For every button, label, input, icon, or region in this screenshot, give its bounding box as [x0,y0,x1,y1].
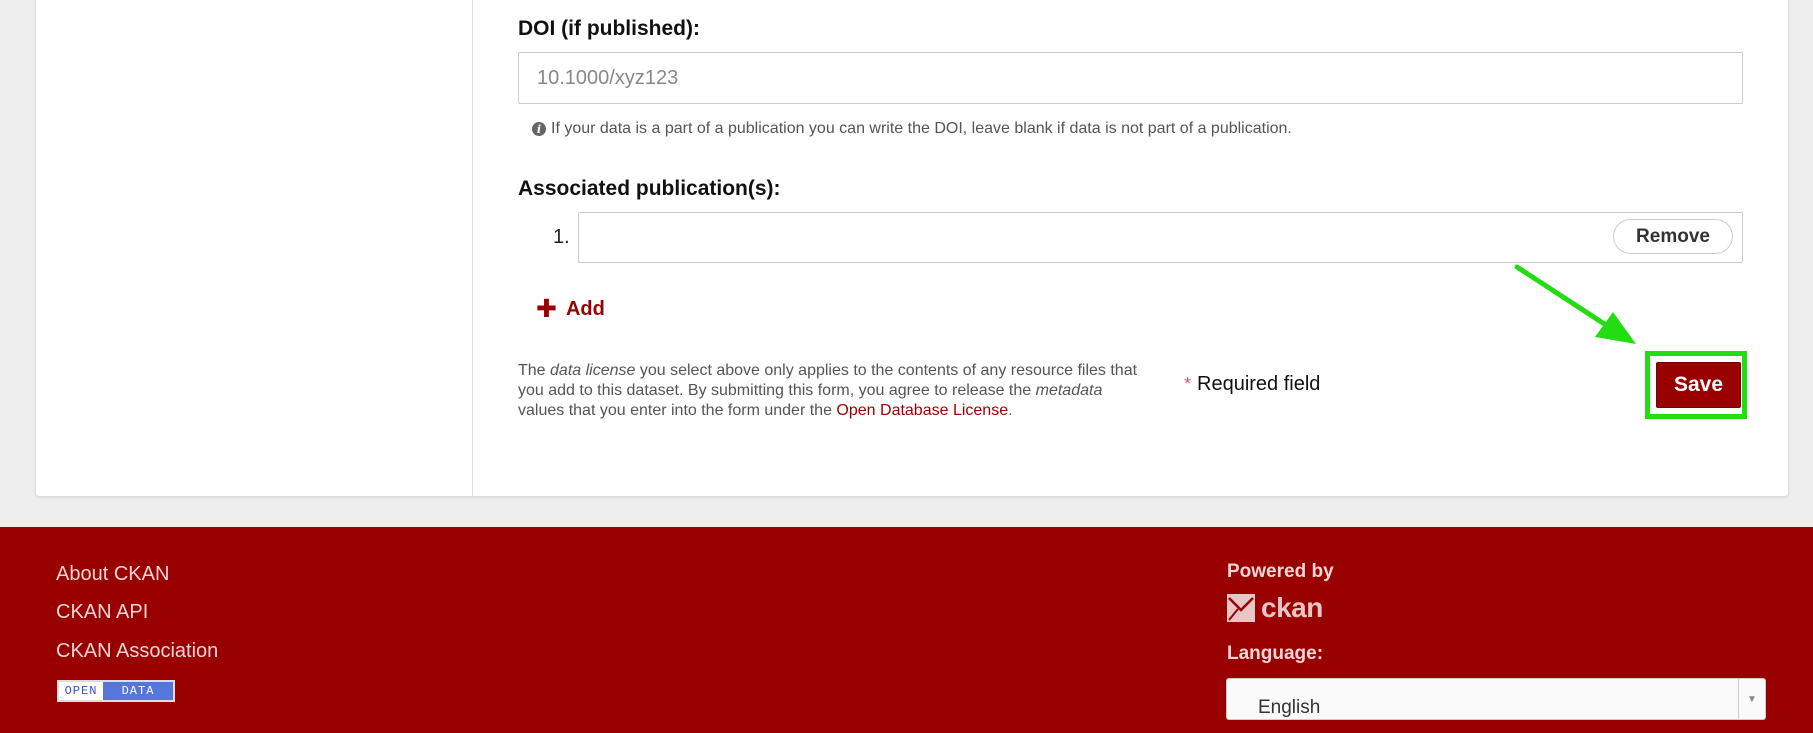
doi-label: DOI (if published): [518,17,700,40]
footer-link-about-ckan[interactable]: About CKAN [56,563,169,586]
powered-by-label: Powered by [1227,561,1334,582]
ckan-logo[interactable]: ckan [1227,592,1323,624]
publication-number: 1. [553,226,570,248]
doi-help-text: If your data is a part of a publication … [551,120,1292,137]
chevron-down-icon: ▼ [1738,679,1765,719]
publication-input[interactable] [578,212,1743,263]
footer-link-ckan-api[interactable]: CKAN API [56,601,148,624]
save-button[interactable]: Save [1656,362,1741,408]
publications-label: Associated publication(s): [518,177,781,200]
add-label: Add [565,298,605,320]
add-publication-button[interactable]: ✚ Add [536,297,605,322]
annotation-arrow-icon [1514,264,1636,344]
sidebar-divider [472,0,473,496]
remove-publication-button[interactable]: Remove [1613,219,1733,254]
language-select[interactable]: English ▼ [1226,678,1766,720]
license-text: The [518,362,551,379]
license-text: . [1008,402,1013,419]
required-field-note: * Required field [1184,373,1320,396]
plus-icon: ✚ [536,295,557,323]
info-icon: i [532,122,546,136]
required-text: Required field [1197,373,1321,395]
badge-open: OPEN [59,682,103,700]
license-note: The data license you select above only a… [518,361,1138,421]
required-star: * [1184,374,1192,394]
license-em-metadata: metadata [1035,382,1103,399]
language-label: Language: [1227,643,1324,664]
license-em-data-license: data license [550,362,636,379]
language-value: English [1258,697,1321,718]
license-text: values that you enter into the form unde… [518,402,837,419]
doi-help: i If your data is a part of a publicatio… [532,120,1292,138]
badge-data: DATA [103,682,173,700]
open-data-badge[interactable]: OPEN DATA [57,680,175,702]
doi-input[interactable] [518,52,1743,104]
open-database-license-link[interactable]: Open Database License [836,402,1008,419]
ckan-logo-icon [1227,594,1255,622]
ckan-logo-text: ckan [1261,592,1323,623]
footer-link-ckan-association[interactable]: CKAN Association [56,640,218,663]
